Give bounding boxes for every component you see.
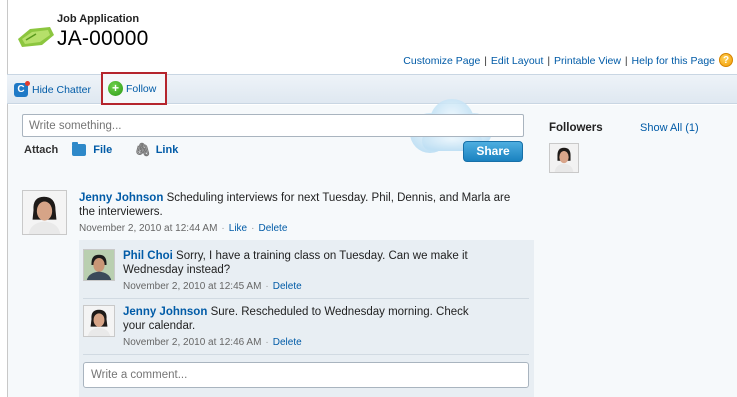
post-meta: November 2, 2010 at 12:44 AM · Like · Delete xyxy=(79,222,524,236)
show-all-followers-link[interactable]: Show All (1) xyxy=(640,122,699,134)
edit-layout-link[interactable]: Edit Layout xyxy=(491,55,544,67)
record-type: Job Application xyxy=(57,13,140,25)
comment-timestamp: November 2, 2010 at 12:45 AM xyxy=(123,281,262,292)
comment-meta: November 2, 2010 at 12:45 AM · Delete xyxy=(123,280,483,294)
page-links: Customize Page | Edit Layout | Printable… xyxy=(403,55,715,67)
comment-author-avatar[interactable] xyxy=(83,305,115,337)
post-author-avatar[interactable] xyxy=(22,190,67,235)
comment-author-link[interactable]: Phil Choi xyxy=(123,250,173,262)
customize-page-link[interactable]: Customize Page xyxy=(403,55,480,67)
post-timestamp: November 2, 2010 at 12:44 AM xyxy=(79,223,218,234)
hide-chatter-button[interactable]: C Hide Chatter xyxy=(14,81,91,98)
followers-title: Followers xyxy=(549,122,603,134)
link-separator: | xyxy=(484,55,487,67)
printable-view-link[interactable]: Printable View xyxy=(554,55,621,67)
share-button[interactable]: Share xyxy=(463,141,523,162)
attach-link-link[interactable]: Link xyxy=(156,144,179,156)
job-application-icon xyxy=(18,27,54,47)
link-separator: | xyxy=(624,55,628,67)
attach-label: Attach xyxy=(24,144,59,156)
delete-post-link[interactable]: Delete xyxy=(258,223,287,234)
comment-input[interactable] xyxy=(83,362,529,388)
plus-icon: + xyxy=(108,81,123,96)
follow-label: Follow xyxy=(126,82,157,95)
comment-author-avatar[interactable] xyxy=(83,249,115,281)
attach-file-link[interactable]: File xyxy=(93,144,112,156)
comment-author-link[interactable]: Jenny Johnson xyxy=(123,306,207,318)
post-author-link[interactable]: Jenny Johnson xyxy=(79,192,163,204)
comment-divider xyxy=(83,298,529,299)
page-title: JA-00000 xyxy=(57,27,149,50)
hide-chatter-label[interactable]: Hide Chatter xyxy=(32,84,91,96)
follower-avatar[interactable] xyxy=(549,143,579,173)
chatter-icon: C xyxy=(14,81,30,97)
meta-dot: · xyxy=(221,223,225,234)
help-icon[interactable]: ? xyxy=(719,53,733,67)
meta-dot: · xyxy=(265,281,269,292)
help-link[interactable]: Help for this Page xyxy=(632,55,715,67)
follow-button[interactable]: + Follow xyxy=(108,81,156,96)
comment-content: Phil Choi Sorry, I have a training class… xyxy=(123,249,483,294)
post-input[interactable] xyxy=(22,114,524,137)
comment-timestamp: November 2, 2010 at 12:46 AM xyxy=(123,337,262,348)
file-icon[interactable] xyxy=(72,142,87,156)
meta-dot: · xyxy=(265,337,269,348)
link-icon[interactable]: 🖇 xyxy=(134,142,151,158)
comment-divider xyxy=(83,354,529,355)
comment-meta: November 2, 2010 at 12:46 AM · Delete xyxy=(123,336,483,350)
meta-dot: · xyxy=(251,223,255,234)
link-separator: | xyxy=(547,55,551,67)
feed-post: Jenny Johnson Scheduling interviews for … xyxy=(79,191,524,236)
delete-comment-link[interactable]: Delete xyxy=(273,281,302,292)
comment-text: Sorry, I have a training class on Tuesda… xyxy=(123,250,468,276)
like-link[interactable]: Like xyxy=(229,223,247,234)
delete-comment-link[interactable]: Delete xyxy=(273,337,302,348)
attach-row: Attach File 🖇 Link xyxy=(24,142,178,158)
comment-content: Jenny Johnson Sure. Rescheduled to Wedne… xyxy=(123,305,483,350)
